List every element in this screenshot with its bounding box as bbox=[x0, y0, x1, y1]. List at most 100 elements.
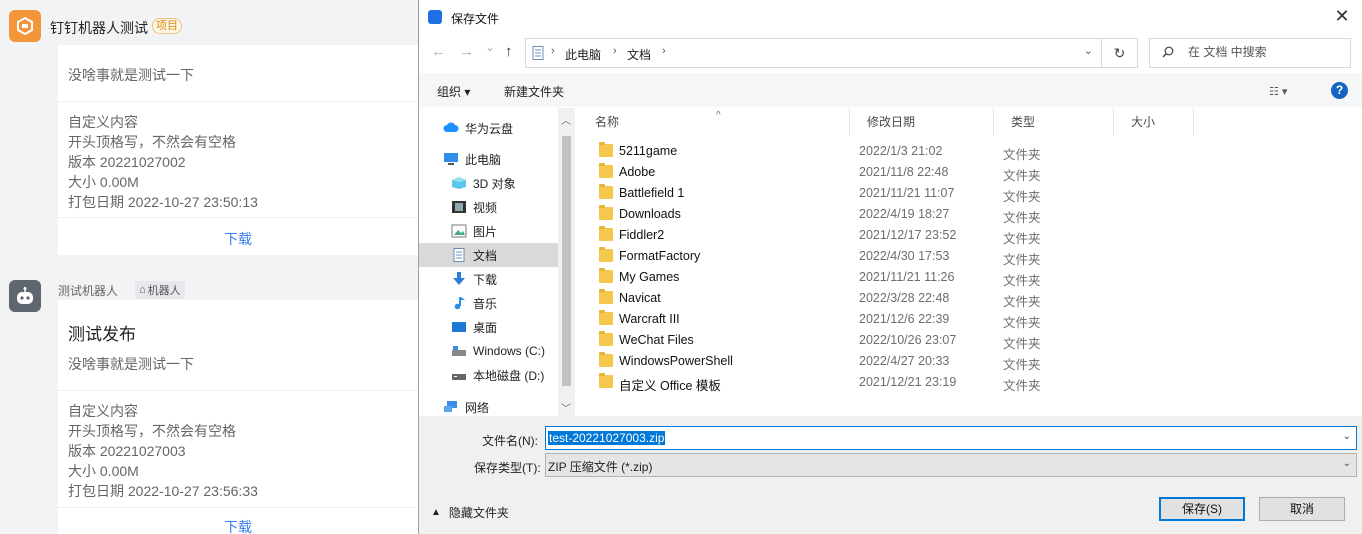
file-name: Warcraft III bbox=[619, 312, 680, 326]
nav-item-downloads[interactable]: 下载 bbox=[419, 267, 558, 291]
column-header-type[interactable]: 类型 bbox=[994, 108, 1114, 136]
new-folder-button[interactable]: 新建文件夹 bbox=[504, 83, 564, 100]
file-name: Fiddler2 bbox=[619, 228, 665, 242]
chevron-right-icon: › bbox=[613, 45, 617, 57]
nav-item-documents[interactable]: 文档 bbox=[419, 243, 558, 267]
up-button[interactable]: ↑ bbox=[505, 43, 513, 60]
file-row[interactable]: Warcraft III 2021/12/6 22:39 文件夹 bbox=[594, 309, 1349, 330]
column-header-size[interactable]: 大小 bbox=[1114, 108, 1194, 136]
cancel-button[interactable]: 取消 bbox=[1259, 497, 1345, 521]
filename-value[interactable]: test-20221027003.zip bbox=[548, 431, 666, 445]
nav-item-this-pc[interactable]: 此电脑 bbox=[419, 147, 558, 171]
card-date: 打包日期 2022-10-27 23:50:13 bbox=[68, 194, 258, 210]
file-type: 文件夹 bbox=[1003, 211, 1041, 225]
help-button[interactable]: ? bbox=[1331, 82, 1348, 99]
file-type: 文件夹 bbox=[1003, 232, 1041, 246]
breadcrumb-this-pc[interactable]: 此电脑 bbox=[565, 46, 601, 63]
nav-item-desktop[interactable]: 桌面 bbox=[419, 315, 558, 339]
card-size: 大小 0.00M bbox=[68, 463, 139, 479]
chevron-down-icon[interactable]: ⌄ bbox=[1343, 458, 1351, 469]
dialog-titlebar[interactable]: 保存文件 ✕ bbox=[419, 0, 1362, 34]
download-link[interactable]: 下载 bbox=[58, 229, 418, 249]
navigation-pane: 华为云盘 此电脑 3D 对象 视频 图片 文档 下载 音乐 桌面 Windows… bbox=[419, 108, 576, 416]
card-note: 开头顶格写，不然会有空格 bbox=[68, 423, 236, 439]
file-list: ^ 名称 修改日期 类型 大小 5211game 2022/1/3 21:02 文件… bbox=[578, 108, 1362, 416]
card-date: 打包日期 2022-10-27 23:56:33 bbox=[68, 483, 258, 499]
file-row[interactable]: 5211game 2022/1/3 21:02 文件夹 bbox=[594, 141, 1349, 162]
nav-item-drive-c[interactable]: Windows (C:) bbox=[419, 339, 558, 363]
file-name: 自定义 Office 模板 bbox=[619, 379, 721, 393]
search-box[interactable] bbox=[1149, 38, 1351, 68]
file-row[interactable]: WindowsPowerShell 2022/4/27 20:33 文件夹 bbox=[594, 351, 1349, 372]
nav-item-videos[interactable]: 视频 bbox=[419, 195, 558, 219]
view-options-icon[interactable]: ☷ ▾ bbox=[1269, 85, 1287, 98]
nav-item-cloud[interactable]: 华为云盘 bbox=[419, 116, 558, 140]
divider bbox=[58, 390, 418, 391]
chevron-down-icon[interactable]: ⌄ bbox=[1343, 431, 1351, 442]
group-name: 钉钉机器人测试 bbox=[50, 20, 148, 36]
group-avatar[interactable] bbox=[9, 10, 41, 42]
filetype-value: ZIP 压缩文件 (*.zip) bbox=[548, 460, 653, 474]
column-header-date[interactable]: 修改日期 bbox=[850, 108, 994, 136]
refresh-button[interactable]: ↻ bbox=[1102, 38, 1138, 68]
folder-icon bbox=[599, 310, 613, 325]
nav-item-drive-d[interactable]: 本地磁盘 (D:) bbox=[419, 363, 558, 387]
file-name: Downloads bbox=[619, 207, 681, 221]
cube-icon bbox=[451, 176, 467, 190]
download-link[interactable]: 下载 bbox=[58, 517, 418, 534]
divider bbox=[58, 101, 418, 102]
file-type: 文件夹 bbox=[1003, 379, 1041, 393]
file-date: 2021/12/6 22:39 bbox=[859, 312, 950, 326]
file-row[interactable]: WeChat Files 2022/10/26 23:07 文件夹 bbox=[594, 330, 1349, 351]
file-type: 文件夹 bbox=[1003, 148, 1041, 162]
file-row[interactable]: Navicat 2022/3/28 22:48 文件夹 bbox=[594, 288, 1349, 309]
nav-item-network[interactable]: 网络 bbox=[419, 395, 558, 416]
folder-icon bbox=[599, 289, 613, 304]
filetype-select[interactable]: ZIP 压缩文件 (*.zip) ⌄ bbox=[545, 453, 1357, 477]
nav-item-music[interactable]: 音乐 bbox=[419, 291, 558, 315]
filename-field[interactable]: test-20221027003.zip ⌄ bbox=[545, 426, 1357, 450]
file-row[interactable]: Battlefield 1 2021/11/21 11:07 文件夹 bbox=[594, 183, 1349, 204]
save-options: 文件名(N): test-20221027003.zip ⌄ 保存类型(T): … bbox=[419, 416, 1362, 534]
file-date: 2021/11/21 11:26 bbox=[859, 270, 955, 284]
save-button[interactable]: 保存(S) bbox=[1159, 497, 1245, 521]
recent-locations-button[interactable]: ⌄ bbox=[485, 40, 495, 54]
sort-caret-icon: ^ bbox=[716, 110, 721, 121]
file-name: My Games bbox=[619, 270, 680, 284]
file-row[interactable]: FormatFactory 2022/4/30 17:53 文件夹 bbox=[594, 246, 1349, 267]
file-date: 2022/10/26 23:07 bbox=[859, 333, 957, 347]
breadcrumb-documents[interactable]: 文档 bbox=[627, 46, 651, 63]
file-date: 2022/4/27 20:33 bbox=[859, 354, 950, 368]
card-version: 版本 20221027003 bbox=[68, 443, 186, 459]
search-input[interactable] bbox=[1188, 45, 1338, 59]
file-row[interactable]: Downloads 2022/4/19 18:27 文件夹 bbox=[594, 204, 1349, 225]
bot-avatar[interactable] bbox=[9, 280, 41, 312]
nav-scrollbar[interactable]: ︿ ﹀ bbox=[558, 108, 575, 416]
nav-item-3d-objects[interactable]: 3D 对象 bbox=[419, 171, 558, 195]
nav-item-pictures[interactable]: 图片 bbox=[419, 219, 558, 243]
forward-button[interactable]: → bbox=[459, 43, 474, 60]
chevron-down-icon[interactable]: ﹀ bbox=[561, 400, 571, 415]
file-row[interactable]: My Games 2021/11/21 11:26 文件夹 bbox=[594, 267, 1349, 288]
robot-tag: ⌂ 机器人 bbox=[135, 281, 185, 299]
folder-icon bbox=[599, 331, 613, 346]
column-header-name[interactable]: ^ 名称 bbox=[578, 108, 850, 136]
file-date: 2021/12/17 23:52 bbox=[859, 228, 957, 242]
column-name-label: 名称 bbox=[595, 115, 620, 129]
chevron-down-icon[interactable]: ⌄ bbox=[1084, 44, 1093, 57]
close-button[interactable]: ✕ bbox=[1332, 6, 1352, 26]
nav-label: Windows (C:) bbox=[473, 344, 546, 358]
file-row[interactable]: 自定义 Office 模板 2021/12/21 23:19 文件夹 bbox=[594, 372, 1349, 393]
robot-tag-label: 机器人 bbox=[147, 285, 181, 297]
hide-folders-toggle[interactable]: ▲ 隐藏文件夹 bbox=[431, 504, 509, 521]
address-bar[interactable]: › 此电脑 › 文档 › ⌄ bbox=[525, 38, 1102, 68]
file-row[interactable]: Adobe 2021/11/8 22:48 文件夹 bbox=[594, 162, 1349, 183]
file-row[interactable]: Fiddler2 2021/12/17 23:52 文件夹 bbox=[594, 225, 1349, 246]
scrollbar-thumb[interactable] bbox=[562, 136, 571, 386]
back-button[interactable]: ← bbox=[431, 43, 446, 60]
picture-icon bbox=[451, 224, 467, 238]
chevron-up-icon[interactable]: ︿ bbox=[561, 112, 571, 127]
organize-button[interactable]: 组织 ▾ bbox=[437, 83, 470, 100]
card-version: 版本 20221027002 bbox=[68, 154, 186, 170]
divider bbox=[58, 507, 418, 508]
